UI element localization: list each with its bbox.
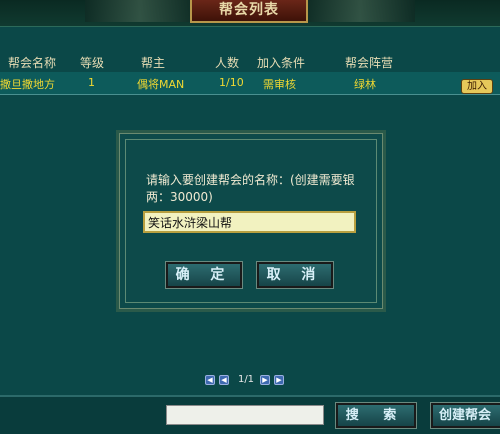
col-condition: 加入条件: [257, 56, 306, 70]
confirm-button[interactable]: 确 定: [165, 261, 243, 289]
dialog-prompt: 请输入要创建帮会的名称：(创建需要银两：30000): [146, 173, 355, 204]
table-header: 帮会名称 等级 帮主 人数 加入条件 帮会阵营: [0, 52, 500, 73]
prev-page-icon[interactable]: ◀: [219, 375, 229, 385]
col-leader: 帮主: [141, 56, 166, 70]
search-button[interactable]: 搜 索: [335, 402, 417, 429]
ornament-right: [305, 0, 415, 22]
create-guild-button[interactable]: 创建帮会: [430, 402, 500, 429]
cell-camp: 绿林: [354, 78, 376, 91]
search-input[interactable]: [166, 405, 324, 425]
cancel-button[interactable]: 取 消: [256, 261, 334, 289]
col-level: 等级: [80, 56, 105, 70]
cell-leader: 偶将MAN: [137, 78, 185, 91]
next-page-icon[interactable]: ▶: [260, 375, 270, 385]
page-indicator: 1/1: [237, 374, 255, 385]
first-page-icon[interactable]: ◀: [205, 375, 215, 385]
col-guild-name: 帮会名称: [8, 56, 57, 70]
cell-condition: 需审核: [263, 78, 296, 91]
table-row[interactable]: 撒旦撒地方 1 偶将MAN 1/10 需审核 绿林: [0, 72, 500, 95]
join-button[interactable]: 加入: [461, 79, 493, 94]
last-page-icon[interactable]: ▶: [274, 375, 284, 385]
col-members: 人数: [215, 56, 240, 70]
col-camp: 帮会阵营: [345, 56, 394, 70]
cell-members: 1/10: [219, 76, 244, 89]
window-title: 帮会列表: [190, 0, 308, 23]
guild-name-input[interactable]: 笑话水浒梁山帮: [143, 211, 356, 233]
cell-guild-name: 撒旦撒地方: [0, 78, 55, 91]
ornament-left: [85, 0, 195, 22]
cell-level: 1: [88, 76, 95, 89]
